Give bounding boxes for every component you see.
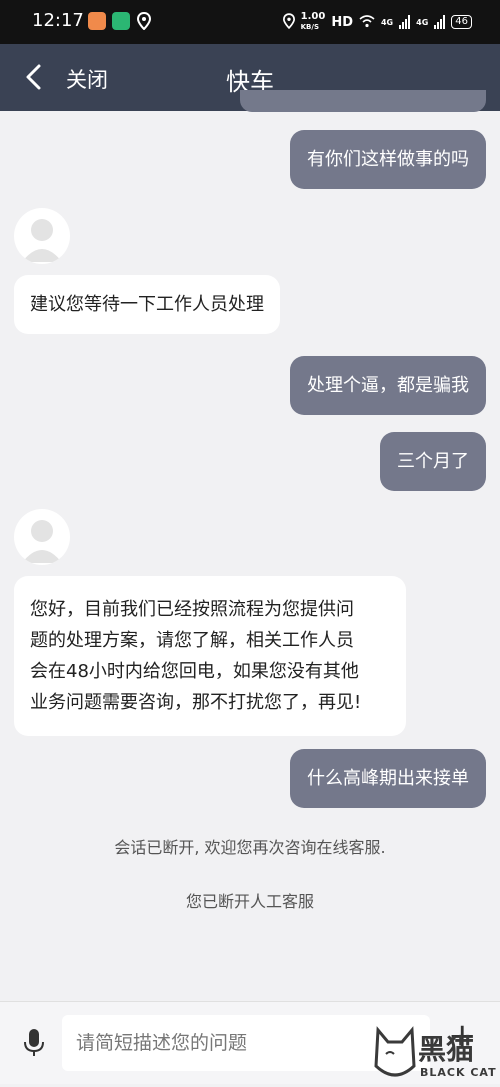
watermark-subtext: BLACK CAT — [420, 1066, 497, 1079]
location-icon — [136, 11, 152, 34]
hd-indicator: HD — [331, 14, 353, 30]
outgoing-message: 什么高峰期出来接单 — [290, 749, 486, 808]
battery-indicator: 46 — [451, 15, 472, 29]
signal-icon — [399, 15, 411, 29]
outgoing-message: 处理个逼，都是骗我 — [290, 356, 486, 415]
status-bar: 12:17 1.00 KB/S HD 4G 4G 46 — [0, 0, 500, 44]
network-speed-unit: KB/S — [300, 23, 319, 31]
message-line: 题的处理方案，请您了解，相关工作人员 — [30, 630, 354, 651]
status-time: 12:17 — [32, 10, 84, 31]
net1-label: 4G — [380, 17, 394, 27]
app-notification-icon-2 — [112, 12, 130, 30]
black-cat-watermark: 黑猫 BLACK CAT — [372, 1026, 500, 1083]
microphone-icon[interactable] — [22, 1028, 46, 1062]
message-text: 三个月了 — [397, 451, 469, 472]
agent-avatar — [14, 509, 70, 565]
previous-message-bubble — [240, 90, 486, 112]
cat-logo-icon — [374, 1026, 416, 1077]
message-text: 建议您等待一下工作人员处理 — [30, 294, 264, 315]
agent-avatar — [14, 208, 70, 264]
outgoing-message: 有你们这样做事的吗 — [290, 130, 486, 189]
wifi-icon — [359, 14, 375, 31]
message-text: 有你们这样做事的吗 — [307, 149, 469, 170]
session-ended-notice: 会话已断开, 欢迎您再次咨询在线客服. — [114, 838, 386, 857]
message-line: 业务问题需要咨询，那不打扰您了，再见! — [30, 692, 362, 713]
message-text: 什么高峰期出来接单 — [307, 768, 469, 789]
incoming-message: 建议您等待一下工作人员处理 — [14, 275, 280, 334]
app-notification-icon — [88, 12, 106, 30]
incoming-message: 您好，目前我们已经按照流程为您提供问 题的处理方案，请您了解，相关工作人员 会在… — [14, 576, 406, 736]
disconnected-notice: 您已断开人工客服 — [185, 892, 314, 911]
watermark-text: 黑猫 — [418, 1033, 475, 1066]
location-status-icon — [282, 12, 295, 32]
message-text: 处理个逼，都是骗我 — [307, 375, 469, 396]
outgoing-message: 三个月了 — [380, 432, 486, 491]
network-speed: 1.00 — [300, 11, 326, 22]
message-line: 会在48小时内给您回电，如果您没有其他 — [30, 661, 359, 682]
message-line: 您好，目前我们已经按照流程为您提供问 — [30, 599, 354, 620]
signal-icon-2 — [434, 15, 446, 29]
net2-label: 4G — [416, 17, 429, 27]
